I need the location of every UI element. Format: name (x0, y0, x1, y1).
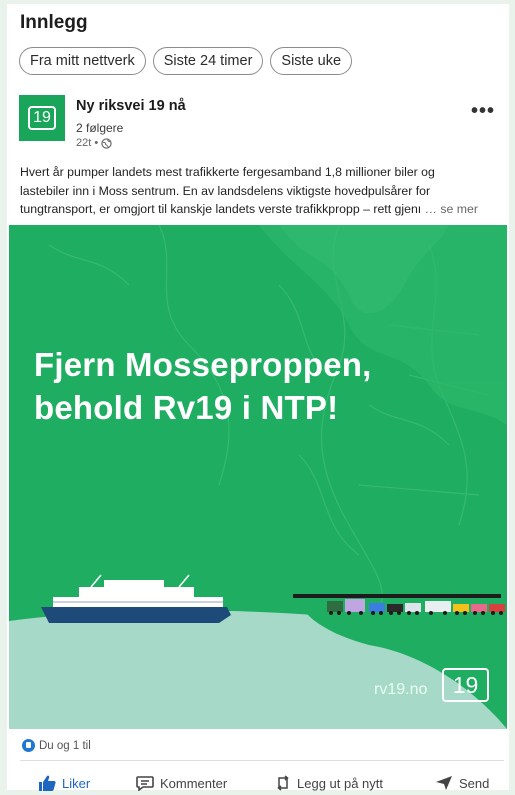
divider (20, 760, 504, 761)
filter-my-network[interactable]: Fra mitt nettverk (19, 47, 146, 75)
send-icon (436, 776, 452, 790)
headline-line-1: Fjern Mosseproppen, (34, 346, 372, 383)
post-text: Hvert år pumper landets mest trafikkerte… (20, 163, 506, 219)
like-label: Liker (62, 775, 91, 791)
post-time: 22t • (76, 137, 99, 149)
reactions-summary[interactable]: Du og 1 til (22, 739, 91, 752)
feed-heading: Innlegg (20, 12, 88, 33)
author-name[interactable]: Ny riksvei 19 nå (76, 98, 186, 114)
image-badge: 19 (442, 668, 489, 702)
thumbs-up-icon (39, 775, 56, 791)
image-site-label: rv19.no (374, 681, 428, 698)
repost-label: Legg ut på nytt (297, 775, 384, 791)
globe-icon (101, 137, 112, 149)
filter-last-week[interactable]: Siste uke (270, 47, 353, 75)
send-label: Send (459, 775, 490, 791)
post-text-line: Hvert år pumper landets mest trafikkerte… (20, 165, 435, 179)
headline-line-2: behold Rv19 i NTP! (34, 389, 339, 426)
logo-text: 19 (28, 106, 56, 130)
post-card: Innlegg Fra mitt nettverk Siste 24 timer… (7, 4, 509, 791)
repost-button[interactable]: Legg ut på nytt (275, 775, 383, 791)
post-menu-button[interactable]: ••• (471, 100, 495, 123)
see-more-link[interactable]: … se mer (425, 202, 478, 216)
post-text-line: lastebiler inn i Moss sentrum. En av lan… (20, 183, 431, 198)
comment-button[interactable]: Kommenter (136, 775, 227, 791)
author-logo[interactable]: 19 (19, 95, 65, 141)
repost-icon (277, 775, 289, 791)
post-meta: 22t • (76, 137, 112, 149)
post-text-line-3: tungtransport, er omgjort til kanskje la… (20, 202, 422, 216)
post-image[interactable]: Fjern Mosseproppen, behold Rv19 i NTP! r… (9, 225, 507, 729)
send-button[interactable]: Send (435, 775, 489, 791)
reactions-text: Du og 1 til (39, 739, 91, 752)
comment-icon (136, 776, 154, 791)
follower-count: 2 følgere (76, 121, 124, 135)
post-text-line-last: tungtransport, er omgjort til kanskje la… (20, 200, 506, 219)
action-bar: Liker Kommenter Legg ut på nytt Send (7, 775, 509, 795)
map-background (9, 225, 507, 729)
like-reaction-icon (22, 739, 35, 752)
filter-pills: Fra mitt nettverk Siste 24 timer Siste u… (19, 47, 353, 75)
like-button[interactable]: Liker (38, 775, 90, 791)
filter-last-24h[interactable]: Siste 24 timer (152, 47, 264, 75)
image-headline: Fjern Mosseproppen, behold Rv19 i NTP! (34, 343, 372, 429)
comment-label: Kommenter (160, 775, 228, 791)
